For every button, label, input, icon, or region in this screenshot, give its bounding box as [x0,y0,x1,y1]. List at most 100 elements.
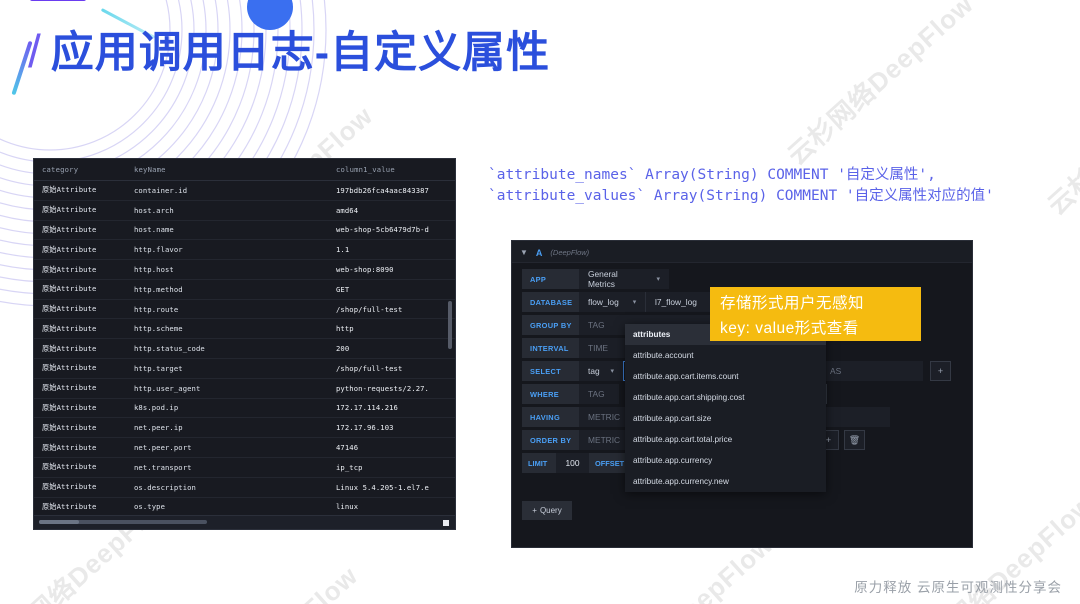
table-row[interactable]: 原始Attribute http.route/shop/full-test [34,299,455,320]
category-cn: 原始 [42,402,57,412]
value-app: General Metrics [588,269,618,289]
category-en: Attribute [56,383,97,393]
category-cn: 原始 [42,264,57,274]
dropdown-option[interactable]: attribute.app.currency.new [625,471,826,492]
input-order-by-metric[interactable]: METRIC [579,430,627,450]
category-en: Attribute [56,323,97,333]
category-en: Attribute [56,224,97,234]
cell-column1-value: 1.1 [326,239,455,261]
chevron-down-icon: ▾ [656,276,660,283]
table-row[interactable]: 原始Attribute http.scheme http [34,318,455,340]
category-cn: 原始 [42,383,57,393]
placeholder-where: TAG [588,389,605,399]
category-en: Attribute [56,264,97,274]
chevron-down-icon[interactable]: ▼ [520,248,528,257]
delete-order-by-button[interactable]: 🗑 [844,430,865,450]
cell-column1-value: GET [326,279,455,300]
placeholder-having: METRIC [588,412,621,422]
value-table: l7_flow_log [655,297,697,307]
table-hscroll-thumb[interactable] [39,520,79,524]
cell-category: 原始Attribute [34,477,126,498]
category-cn: 原始 [42,205,57,215]
cell-keyname: http.route [126,299,326,320]
table-resize-handle[interactable] [443,520,449,526]
table-horizontal-scrollbar[interactable] [34,515,455,529]
cell-column1-value: 172.17.96.103 [326,417,455,439]
table-row[interactable]: 原始Attribute http.target/shop/full-test [34,358,455,379]
cell-column1-value: python-requests/2.27. [326,378,455,399]
table-row[interactable]: 原始Attribute net.peer.port 47146 [34,437,455,458]
table-row[interactable]: 原始Attribute http.flavor 1.1 [34,239,455,261]
dropdown-option[interactable]: attribute.app.cart.shipping.cost [625,387,826,408]
table-row[interactable]: 原始Attribute os.type linux [34,497,455,518]
cell-keyname: container.id [126,180,326,201]
cell-keyname: os.type [126,497,326,518]
search-suggestions-dropdown[interactable]: attributes attribute.account attribute.app… [625,324,826,492]
cell-column1-value: ip_tcp [326,457,455,478]
table-row[interactable]: 原始Attribute http.host web-shop:8090 [34,259,455,280]
add-select-button[interactable]: + [930,361,951,381]
table-row[interactable]: 原始Attribute http.status_code 200 [34,338,455,360]
cell-column1-value: 172.17.114.216 [326,398,455,419]
input-select-alias[interactable]: AS [824,361,923,381]
table-row[interactable]: 原始Attribute os.description Linux 5.4.205-1… [34,477,455,498]
row-app: APP General Metrics ▾ [522,269,972,289]
value-database: flow_log [588,297,619,307]
category-en: Attribute [56,343,97,353]
category-en: Attribute [56,205,97,215]
category-cn: 原始 [42,304,57,314]
select-app[interactable]: General Metrics ▾ [579,269,669,289]
category-cn: 原始 [42,482,57,492]
query-button-label: Query [539,506,562,515]
category-cn: 原始 [42,462,57,472]
category-en: Attribute [56,185,97,195]
cell-column1-value: /shop/full-test [326,358,455,379]
dropdown-option[interactable]: attribute.app.cart.items.count [625,366,826,387]
cell-keyname: host.arch [126,200,326,221]
column-header-keyname: keyName [126,159,326,181]
table-row[interactable]: 原始Attribute container.id 197bdb26fca4aac84… [34,180,455,201]
placeholder-interval: TIME [588,343,609,353]
input-having-metric[interactable]: METRIC [579,407,627,427]
table-row[interactable]: 原始Attribute http.method GET [34,279,455,300]
select-database[interactable]: flow_log ▾ [579,292,645,312]
table-row[interactable]: 原始Attribute http.user_agent python-request… [34,378,455,399]
cell-column1-value: amd64 [326,200,455,221]
cell-category: 原始Attribute [34,437,126,458]
cell-category: 原始Attribute [34,259,126,280]
dropdown-option[interactable]: attribute.app.currency [625,450,826,471]
label-interval: INTERVAL [522,338,579,358]
query-button[interactable]: + Query [522,501,572,520]
dropdown-option[interactable]: attribute.account [625,345,826,366]
category-cn: 原始 [42,422,57,432]
input-where-tag[interactable]: TAG [579,384,619,404]
code-snippet: `attribute_names` Array(String) COMMENT … [488,165,994,207]
cell-keyname: net.transport [126,457,326,478]
column-header-column1-value: column1_value [326,159,455,181]
table-row[interactable]: 原始Attribute k8s.pod.ip 172.17.114.216 [34,398,455,419]
input-limit[interactable]: 100 [556,453,589,473]
table-vertical-scrollbar[interactable] [448,301,452,349]
cell-keyname: http.target [126,358,326,379]
category-cn: 原始 [42,501,57,511]
category-en: Attribute [56,482,97,492]
table-row[interactable]: 原始Attribute net.peer.ip 172.17.96.103 [34,417,455,439]
dropdown-option[interactable]: attribute.app.cart.total.price [625,429,826,450]
cell-category: 原始Attribute [34,299,126,320]
attributes-table: category keyName column1_value 原始Attribu… [34,159,455,529]
cell-keyname: k8s.pod.ip [126,398,326,419]
table-row[interactable]: 原始Attribute host.arch amd64 [34,200,455,221]
category-en: Attribute [56,284,97,294]
table-row[interactable]: 原始Attribute host.name web-shop-5cb6479d7b-… [34,220,455,241]
table-row[interactable]: 原始Attribute net.transport ip_tcp [34,457,455,478]
dropdown-option[interactable]: attribute.app.cart.size [625,408,826,429]
category-cn: 原始 [42,323,57,333]
cell-keyname: http.user_agent [126,378,326,399]
select-field-type[interactable]: tag ▾ [579,361,623,381]
cell-category: 原始Attribute [34,378,126,399]
query-datasource-label: (DeepFlow) [550,248,590,257]
cell-column1-value: web-shop:8090 [326,259,455,280]
cell-keyname: os.description [126,477,326,498]
watermark-yunshan-top: 云杉网络DeepFlow [781,0,980,171]
cell-category: 原始Attribute [34,239,126,261]
